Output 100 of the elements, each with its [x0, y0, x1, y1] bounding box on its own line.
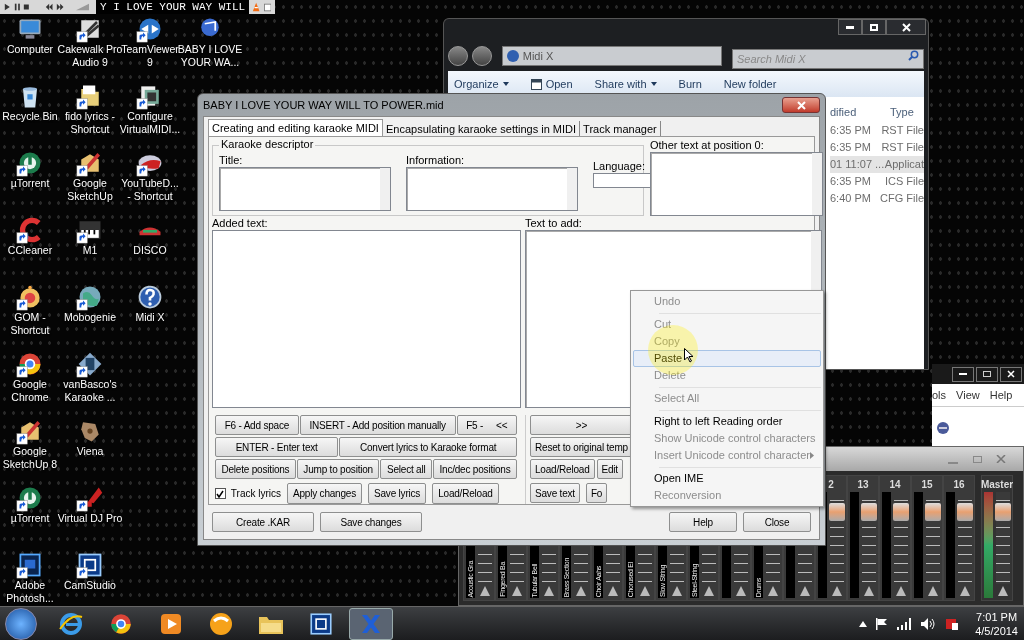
maximize-button[interactable] — [976, 366, 998, 382]
dialog-button[interactable]: Fo — [585, 483, 608, 503]
pan-knob-icon[interactable] — [927, 586, 938, 596]
dialog-button[interactable]: Save text — [530, 483, 580, 503]
pan-knob-icon[interactable] — [997, 586, 1008, 596]
pan-knob-icon[interactable] — [895, 586, 906, 596]
toolbar-button[interactable]: Organize — [454, 75, 509, 93]
pan-knob-icon[interactable] — [863, 586, 874, 596]
dialog-button[interactable]: F5 - << — [456, 415, 517, 435]
previous-icon[interactable] — [44, 3, 54, 11]
stop-icon[interactable] — [23, 3, 30, 11]
dialog-button[interactable]: Help — [669, 512, 737, 532]
column-header[interactable]: Type — [890, 103, 914, 121]
file-row[interactable]: 6:35 PM ICS File — [830, 173, 924, 190]
file-row[interactable]: 6:35 PM RST File — [830, 122, 924, 139]
volume-icon[interactable] — [921, 617, 938, 630]
dialog-button[interactable]: Edit — [596, 459, 623, 479]
menu-item[interactable]: Paste — [633, 350, 821, 367]
cone-icon[interactable] — [252, 2, 261, 12]
dialog-button[interactable]: Delete positions — [215, 459, 296, 479]
pan-knob-icon[interactable] — [511, 586, 522, 596]
pan-knob-icon[interactable] — [799, 586, 810, 596]
tab[interactable]: Creating and editing karaoke MIDI — [208, 119, 383, 136]
scrollbar[interactable] — [380, 168, 390, 210]
text-area[interactable] — [650, 152, 823, 216]
toolbar-button[interactable]: Burn — [678, 75, 702, 93]
fader-handle[interactable] — [860, 503, 877, 522]
start-button[interactable] — [5, 607, 37, 640]
close-button[interactable] — [886, 19, 926, 35]
text-area[interactable] — [406, 167, 578, 211]
play-icon[interactable] — [4, 3, 11, 11]
dialog-button[interactable]: Reset to original temp — [530, 437, 633, 457]
pan-knob-icon[interactable] — [767, 586, 778, 596]
clock-time[interactable]: 7:01 PM — [976, 609, 1018, 624]
show-hidden-icons-icon[interactable] — [859, 620, 868, 627]
globe-icon[interactable] — [936, 420, 950, 435]
back-button[interactable] — [448, 46, 468, 66]
pan-knob-icon[interactable] — [959, 586, 970, 596]
dialog-button[interactable]: Close — [743, 512, 811, 532]
dialog-button[interactable]: Convert lyrics to Karaoke format — [339, 437, 517, 457]
toolbar-button[interactable]: New folder — [723, 75, 777, 93]
file-row[interactable]: 01 11:07 ...Applicat — [830, 156, 924, 173]
minimize-button[interactable] — [952, 366, 974, 382]
pan-knob-icon[interactable] — [543, 586, 554, 596]
file-row[interactable]: 6:40 PM CFG File — [830, 190, 924, 207]
dialog-button[interactable]: Load/Reload — [432, 483, 499, 504]
file-row[interactable]: 6:35 PM RST File — [830, 139, 924, 156]
pan-knob-icon[interactable] — [703, 586, 714, 596]
dialog-button[interactable]: INSERT - Add position manually — [299, 415, 456, 435]
forward-button[interactable] — [471, 46, 492, 66]
pan-knob-icon[interactable] — [639, 586, 650, 596]
text-area[interactable] — [219, 167, 391, 211]
dialog-button[interactable]: Apply changes — [287, 483, 362, 504]
menu-item[interactable]: View — [956, 386, 980, 404]
shortcut-icon[interactable] — [16, 551, 44, 579]
dialog-button[interactable]: ENTER - Enter text — [215, 437, 339, 457]
minimize-button[interactable] — [838, 19, 862, 35]
menu-item[interactable]: Right to left Reading order — [633, 413, 821, 430]
signal-icon[interactable] — [897, 617, 914, 630]
fader-handle[interactable] — [994, 503, 1011, 522]
search-field[interactable]: Search Midi X — [732, 49, 924, 69]
maximize-button[interactable] — [862, 19, 886, 35]
dialog-button[interactable]: Save lyrics — [368, 483, 427, 504]
menu-item[interactable]: ols — [932, 386, 947, 404]
search-icon[interactable] — [908, 50, 919, 61]
pan-knob-icon[interactable] — [735, 586, 746, 596]
network-icon[interactable] — [945, 616, 960, 631]
clock-date[interactable]: 4/5/2014 — [975, 623, 1018, 638]
dialog-button[interactable]: Load/Reload — [530, 459, 595, 479]
menu-item[interactable]: Open IME — [633, 470, 821, 487]
scrollbar[interactable] — [567, 168, 577, 210]
window-icon[interactable] — [263, 2, 271, 12]
pan-knob-icon[interactable] — [671, 586, 682, 596]
dialog-button[interactable]: Jump to position — [296, 459, 380, 479]
dialog-button[interactable]: F6 - Add space — [215, 415, 299, 435]
checkbox[interactable] — [215, 488, 226, 499]
shortcut-icon[interactable] — [76, 551, 104, 579]
shortcut-icon[interactable] — [76, 350, 104, 378]
close-button[interactable] — [782, 97, 820, 113]
flag-icon[interactable] — [875, 617, 890, 630]
dialog-button[interactable]: Save changes — [320, 512, 422, 532]
column-header[interactable]: dified — [830, 103, 890, 121]
fader-handle[interactable] — [924, 503, 941, 522]
address-bar[interactable]: Midi X — [501, 46, 722, 66]
pan-knob-icon[interactable] — [831, 586, 842, 596]
scrollbar[interactable] — [812, 153, 822, 215]
dialog-button[interactable]: >> — [530, 415, 633, 435]
fader-handle[interactable] — [956, 503, 973, 522]
toolbar-button[interactable]: Share with — [594, 75, 657, 93]
dialog-button[interactable]: Select all — [380, 459, 432, 479]
pan-knob-icon[interactable] — [575, 586, 586, 596]
toolbar-button[interactable]: Open — [530, 75, 573, 93]
language-field[interactable] — [593, 173, 651, 188]
dialog-button[interactable]: Inc/dec positions — [432, 459, 517, 479]
menu-item[interactable]: Help — [989, 386, 1013, 404]
shortcut-icon[interactable] — [136, 283, 164, 311]
pan-knob-icon[interactable] — [607, 586, 618, 596]
close-button[interactable] — [1000, 366, 1022, 382]
fader-handle[interactable] — [892, 503, 909, 522]
fader-handle[interactable] — [828, 503, 845, 522]
